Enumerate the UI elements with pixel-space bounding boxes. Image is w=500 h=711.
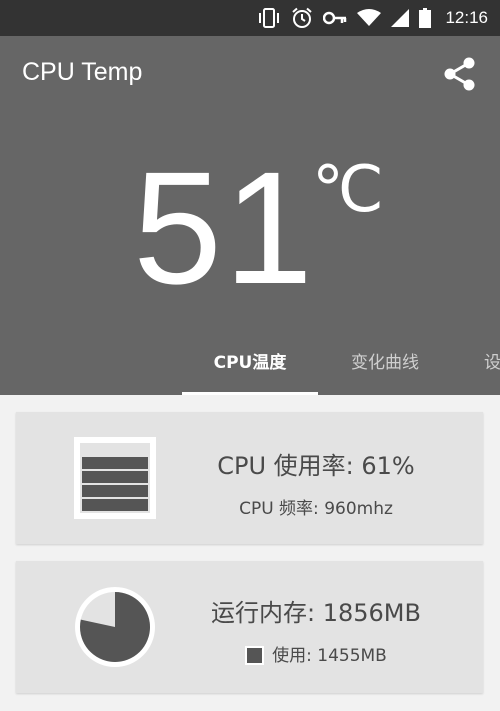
- tab-change-curve[interactable]: 变化曲线: [335, 342, 435, 395]
- signal-icon: [391, 9, 410, 27]
- status-clock: 12:16: [445, 8, 488, 27]
- alarm-icon: [292, 7, 313, 28]
- temperature-value: 51: [133, 138, 315, 317]
- battery-icon: [419, 8, 432, 28]
- temperature-unit: ℃: [312, 153, 384, 225]
- cpu-frequency-text: CPU 频率: 960mhz: [239, 499, 393, 519]
- tab-label: 设: [484, 353, 500, 373]
- memory-card: 运行内存: 1856MB 使用: 1455MB: [16, 561, 483, 693]
- cpu-usage-icon: [74, 437, 156, 519]
- tab-label: 变化曲线: [351, 353, 419, 373]
- tab-bar: CPU温度 变化曲线 设: [0, 342, 500, 395]
- memory-used-row: 使用: 1455MB: [166, 641, 466, 666]
- share-button[interactable]: [440, 54, 480, 94]
- tab-indicator: [182, 392, 318, 395]
- vibrate-icon: [259, 8, 280, 28]
- memory-used-text: 使用: 1455MB: [272, 646, 387, 666]
- tab-cpu-temp[interactable]: CPU温度: [182, 342, 318, 395]
- cpu-usage-card: CPU 使用率: 61% CPU 频率: 960mhz: [16, 412, 483, 544]
- status-icons: 12:16: [257, 0, 488, 36]
- tab-settings[interactable]: 设: [484, 342, 500, 395]
- app-header: CPU Temp 51 ℃ CPU温度 变化曲线 设: [0, 36, 500, 395]
- memory-total-text: 运行内存: 1856MB: [211, 599, 421, 627]
- memory-pie-icon: [75, 587, 155, 667]
- temperature-display: 51 ℃: [0, 148, 500, 318]
- key-icon: [323, 11, 347, 25]
- status-bar: 12:16: [0, 0, 500, 36]
- cpu-usage-text: CPU 使用率: 61%: [217, 452, 415, 480]
- wifi-icon: [357, 9, 382, 26]
- share-icon: [444, 57, 475, 91]
- memory-used-legend-icon: [245, 646, 265, 665]
- app-title: CPU Temp: [22, 58, 143, 86]
- tab-label: CPU温度: [213, 353, 287, 373]
